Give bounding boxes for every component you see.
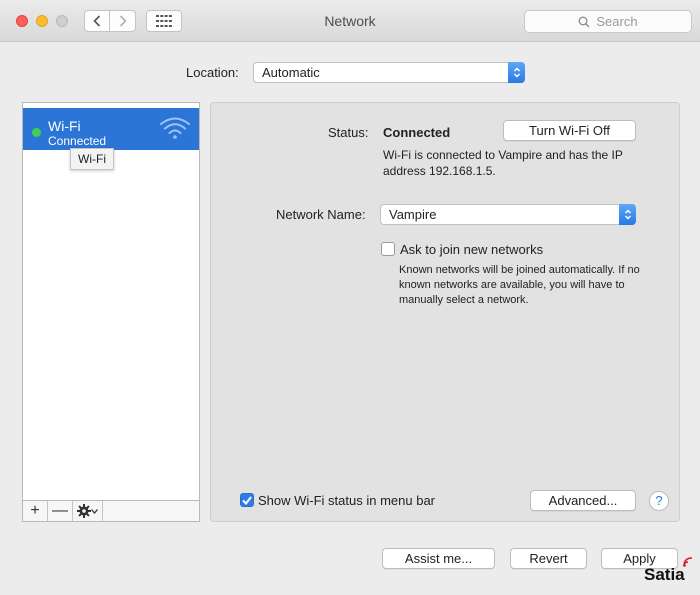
network-name-value: Vampire <box>389 207 437 222</box>
remove-service-button[interactable]: — <box>48 501 73 521</box>
minimize-window-button[interactable] <box>36 15 48 27</box>
help-button[interactable]: ? <box>649 491 669 511</box>
grid-icon <box>156 15 172 27</box>
ask-to-join-label: Ask to join new networks <box>400 242 544 257</box>
show-wifi-status-checkbox[interactable] <box>240 493 254 507</box>
forward-button[interactable] <box>110 10 136 32</box>
ask-to-join-description: Known networks will be joined automatica… <box>399 264 640 306</box>
search-field[interactable]: Search <box>524 10 692 33</box>
title-bar: Network Search <box>0 0 700 42</box>
checkmark-icon <box>242 495 252 505</box>
location-popup[interactable]: Automatic <box>253 62 525 83</box>
ask-to-join-checkbox[interactable] <box>381 242 395 256</box>
gear-icon <box>77 504 91 518</box>
back-button[interactable] <box>84 10 110 32</box>
status-value: Connected <box>383 125 451 140</box>
close-window-button[interactable] <box>16 15 28 27</box>
status-description: Wi-Fi is connected to Vampire and has th… <box>383 148 623 178</box>
location-label: Location: <box>186 65 239 80</box>
show-wifi-status-label: Show Wi-Fi status in menu bar <box>258 493 436 508</box>
zoom-window-button[interactable] <box>56 15 68 27</box>
service-tooltip: Wi-Fi <box>70 148 114 170</box>
window-title: Network <box>324 13 376 29</box>
turn-wifi-off-button[interactable]: Turn Wi-Fi Off <box>503 120 636 141</box>
service-status: Connected <box>48 134 107 148</box>
action-menu-button[interactable] <box>73 501 103 521</box>
service-list-toolbar: + — <box>22 500 200 522</box>
chevron-left-icon <box>93 15 101 27</box>
popup-arrows-icon <box>508 62 525 83</box>
search-icon <box>578 16 590 28</box>
service-name: Wi-Fi <box>48 118 81 134</box>
chevron-right-icon <box>119 15 127 27</box>
add-service-button[interactable]: + <box>23 501 48 521</box>
connected-status-dot <box>32 128 41 137</box>
wifi-icon <box>160 117 190 139</box>
search-placeholder: Search <box>596 14 638 29</box>
popup-arrows-icon <box>619 204 636 225</box>
service-item-wifi[interactable]: Wi-Fi Connected <box>23 108 199 150</box>
status-label: Status: <box>328 125 369 140</box>
advanced-button[interactable]: Advanced... <box>530 490 636 511</box>
watermark-logo: Satia <box>644 565 685 584</box>
assist-me-button[interactable]: Assist me... <box>382 548 495 569</box>
network-name-label: Network Name: <box>276 207 366 222</box>
location-value: Automatic <box>262 65 320 80</box>
revert-button[interactable]: Revert <box>510 548 587 569</box>
chevron-down-icon <box>91 508 98 514</box>
network-preferences-window: Network Search Location: Automatic Wi-Fi… <box>0 0 700 595</box>
network-name-popup[interactable]: Vampire <box>380 204 636 225</box>
show-all-button[interactable] <box>146 10 182 32</box>
